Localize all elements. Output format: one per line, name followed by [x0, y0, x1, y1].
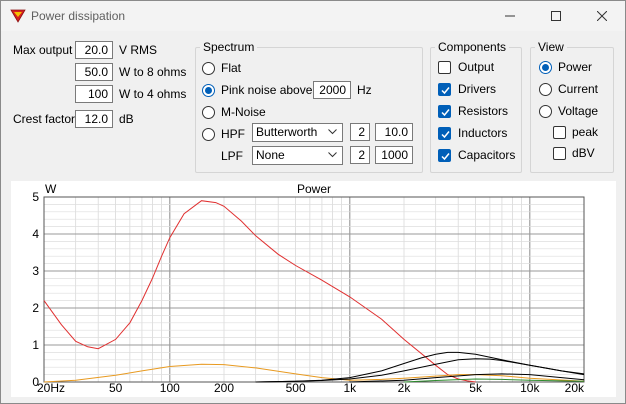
x-tick-label: 5k — [469, 381, 483, 395]
hpf-type-select[interactable]: Butterworth — [252, 123, 343, 142]
view-current-radio[interactable] — [539, 83, 552, 96]
watts-8ohm-field[interactable]: 50.0 — [75, 63, 113, 81]
watts-4ohm-field[interactable]: 100 — [75, 85, 113, 103]
peak-label[interactable]: peak — [572, 125, 598, 139]
close-button[interactable] — [579, 1, 625, 31]
watts-4ohm-unit: W to 4 ohms — [119, 87, 187, 101]
series-line-1 — [43, 200, 476, 383]
hpf-radio[interactable] — [202, 128, 215, 141]
hpf-order-field[interactable]: 2 — [350, 123, 370, 141]
dbv-label[interactable]: dBV — [572, 146, 595, 160]
spectrum-pink-label[interactable]: Pink noise above — [221, 83, 312, 97]
chart-title: Power — [297, 182, 331, 196]
spectrum-mnoise-label[interactable]: M-Noise — [221, 105, 266, 119]
power-chart: 20Hz 50 100 200 500 1k 2k 5k 10k 20k 0 1 2 3 4 5W Power — [32, 182, 585, 395]
drivers-checkbox[interactable] — [438, 83, 451, 96]
capacitors-label[interactable]: Capacitors — [458, 148, 515, 162]
hpf-freq-field[interactable]: 10.0 — [375, 123, 413, 141]
max-output-label: Max output — [13, 43, 73, 57]
crest-factor-label: Crest factor — [13, 112, 76, 126]
view-voltage-radio[interactable] — [539, 105, 552, 118]
minimize-button[interactable] — [487, 1, 533, 31]
lpf-label: LPF — [221, 149, 244, 163]
minimize-icon — [505, 15, 515, 17]
max-output-field[interactable]: 20.0 — [75, 41, 113, 59]
lpf-type-value: None — [256, 148, 285, 162]
maximize-icon — [551, 11, 561, 21]
y-tick-label: 4 — [32, 227, 39, 241]
y-tick-label: 2 — [32, 301, 39, 315]
inductors-checkbox[interactable] — [438, 127, 451, 140]
crest-factor-field[interactable]: 12.0 — [75, 110, 113, 128]
checkmark-icon — [441, 153, 450, 161]
max-output-unit: V RMS — [119, 43, 158, 57]
lpf-type-select[interactable]: None — [252, 146, 343, 165]
output-label[interactable]: Output — [458, 60, 494, 74]
lpf-freq-field[interactable]: 1000 — [375, 146, 413, 164]
resistors-checkbox[interactable] — [438, 105, 451, 118]
window-title: Power dissipation — [31, 9, 126, 23]
y-axis-label: W — [45, 182, 57, 196]
superman-shield-icon — [10, 9, 26, 23]
y-tick-label: 5 — [32, 190, 39, 204]
peak-checkbox[interactable] — [553, 126, 566, 139]
x-tick-label: 50 — [109, 381, 123, 395]
x-tick-label: 500 — [286, 381, 306, 395]
view-power-label[interactable]: Power — [558, 60, 592, 74]
view-voltage-label[interactable]: Voltage — [558, 104, 598, 118]
output-checkbox[interactable] — [438, 61, 451, 74]
hpf-label[interactable]: HPF — [221, 127, 245, 141]
checkmark-icon — [441, 131, 450, 139]
watts-8ohm-unit: W to 8 ohms — [119, 65, 187, 79]
x-tick-label: 200 — [214, 381, 234, 395]
checkmark-icon — [441, 87, 450, 95]
maximize-button[interactable] — [533, 1, 579, 31]
spectrum-mnoise-radio[interactable] — [202, 106, 215, 119]
x-tick-label: 100 — [160, 381, 180, 395]
plot-frame — [43, 196, 585, 383]
x-tick-label: 20k — [565, 381, 585, 395]
view-power-radio[interactable] — [539, 61, 552, 74]
checkmark-icon — [441, 109, 450, 117]
close-icon — [597, 11, 607, 21]
spectrum-flat-label[interactable]: Flat — [221, 61, 241, 75]
power-dissipation-window: Power dissipation Max output 20.0 V RMS … — [0, 0, 626, 404]
x-tick-label: 1k — [343, 381, 357, 395]
x-tick-label: 10k — [520, 381, 540, 395]
dbv-checkbox[interactable] — [553, 147, 566, 160]
capacitors-checkbox[interactable] — [438, 149, 451, 162]
pink-noise-unit: Hz — [357, 83, 372, 97]
y-tick-label: 1 — [32, 338, 39, 352]
power-plot: 20Hz 50 100 200 500 1k 2k 5k 10k 20k 0 1 2 3 4 5 W Power — [11, 181, 616, 397]
chevron-down-icon — [328, 129, 337, 135]
view-current-label[interactable]: Current — [558, 82, 598, 96]
chevron-down-icon — [328, 152, 337, 158]
view-group-title: View — [535, 40, 567, 54]
spectrum-flat-radio[interactable] — [202, 62, 215, 75]
drivers-label[interactable]: Drivers — [458, 82, 496, 96]
pink-noise-freq-field[interactable]: 2000 — [313, 81, 351, 99]
resistors-label[interactable]: Resistors — [458, 104, 508, 118]
title-bar: Power dissipation — [1, 1, 625, 31]
components-group-title: Components — [435, 40, 510, 54]
inductors-label[interactable]: Inductors — [458, 126, 507, 140]
hpf-type-value: Butterworth — [256, 125, 318, 139]
y-tick-label: 0 — [32, 375, 39, 389]
x-tick-label: 2k — [398, 381, 412, 395]
lpf-order-field[interactable]: 2 — [350, 146, 370, 164]
spectrum-pink-radio[interactable] — [202, 84, 215, 97]
spectrum-group-title: Spectrum — [200, 40, 258, 54]
crest-factor-unit: dB — [119, 112, 134, 126]
y-tick-label: 3 — [32, 264, 39, 278]
x-tick-label: 20Hz — [37, 381, 65, 395]
